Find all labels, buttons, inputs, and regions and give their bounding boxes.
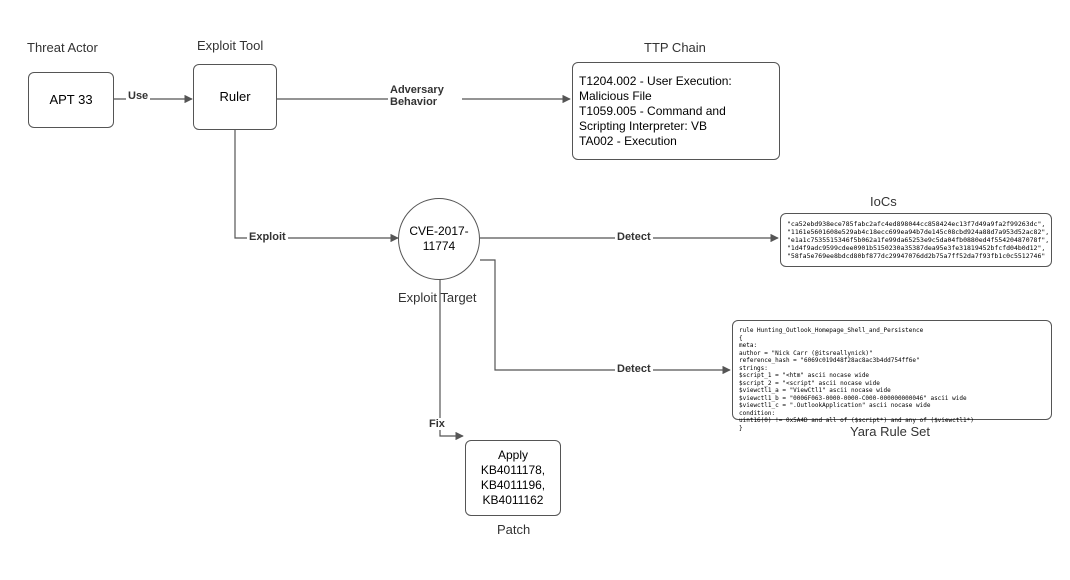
- tool-name: Ruler: [219, 89, 250, 105]
- tool-label: Exploit Tool: [197, 38, 263, 53]
- edge-detect-yara: Detect: [615, 363, 653, 375]
- iocs-label: IoCs: [870, 194, 897, 209]
- edge-detect-iocs: Detect: [615, 231, 653, 243]
- patch-label: Patch: [497, 522, 530, 537]
- ttp-node: T1204.002 - User Execution: Malicious Fi…: [572, 62, 780, 160]
- target-name: CVE-2017-11774: [405, 224, 473, 254]
- patch-node: Apply KB4011178, KB4011196, KB4011162: [465, 440, 561, 516]
- edge-exploit: Exploit: [247, 231, 288, 243]
- edge-use: Use: [126, 90, 150, 102]
- yara-node: rule Hunting_Outlook_Homepage_Shell_and_…: [732, 320, 1052, 420]
- patch-name: Apply KB4011178, KB4011196, KB4011162: [472, 448, 554, 508]
- iocs-text: "ca52ebd938ece785fabc2afc4ed898044cc8584…: [787, 220, 1049, 261]
- actor-node: APT 33: [28, 72, 114, 128]
- yara-label: Yara Rule Set: [850, 424, 930, 439]
- iocs-node: "ca52ebd938ece785fabc2afc4ed898044cc8584…: [780, 213, 1052, 267]
- edge-adversary-behavior: Adversary Behavior: [388, 84, 462, 108]
- yara-text: rule Hunting_Outlook_Homepage_Shell_and_…: [739, 327, 974, 432]
- actor-label: Threat Actor: [27, 40, 98, 55]
- target-label: Exploit Target: [398, 290, 477, 305]
- tool-node: Ruler: [193, 64, 277, 130]
- ttp-label: TTP Chain: [644, 40, 706, 55]
- target-node: CVE-2017-11774: [398, 198, 480, 280]
- edge-fix: Fix: [427, 418, 447, 430]
- ttp-text: T1204.002 - User Execution: Malicious Fi…: [579, 74, 773, 149]
- actor-name: APT 33: [49, 92, 92, 108]
